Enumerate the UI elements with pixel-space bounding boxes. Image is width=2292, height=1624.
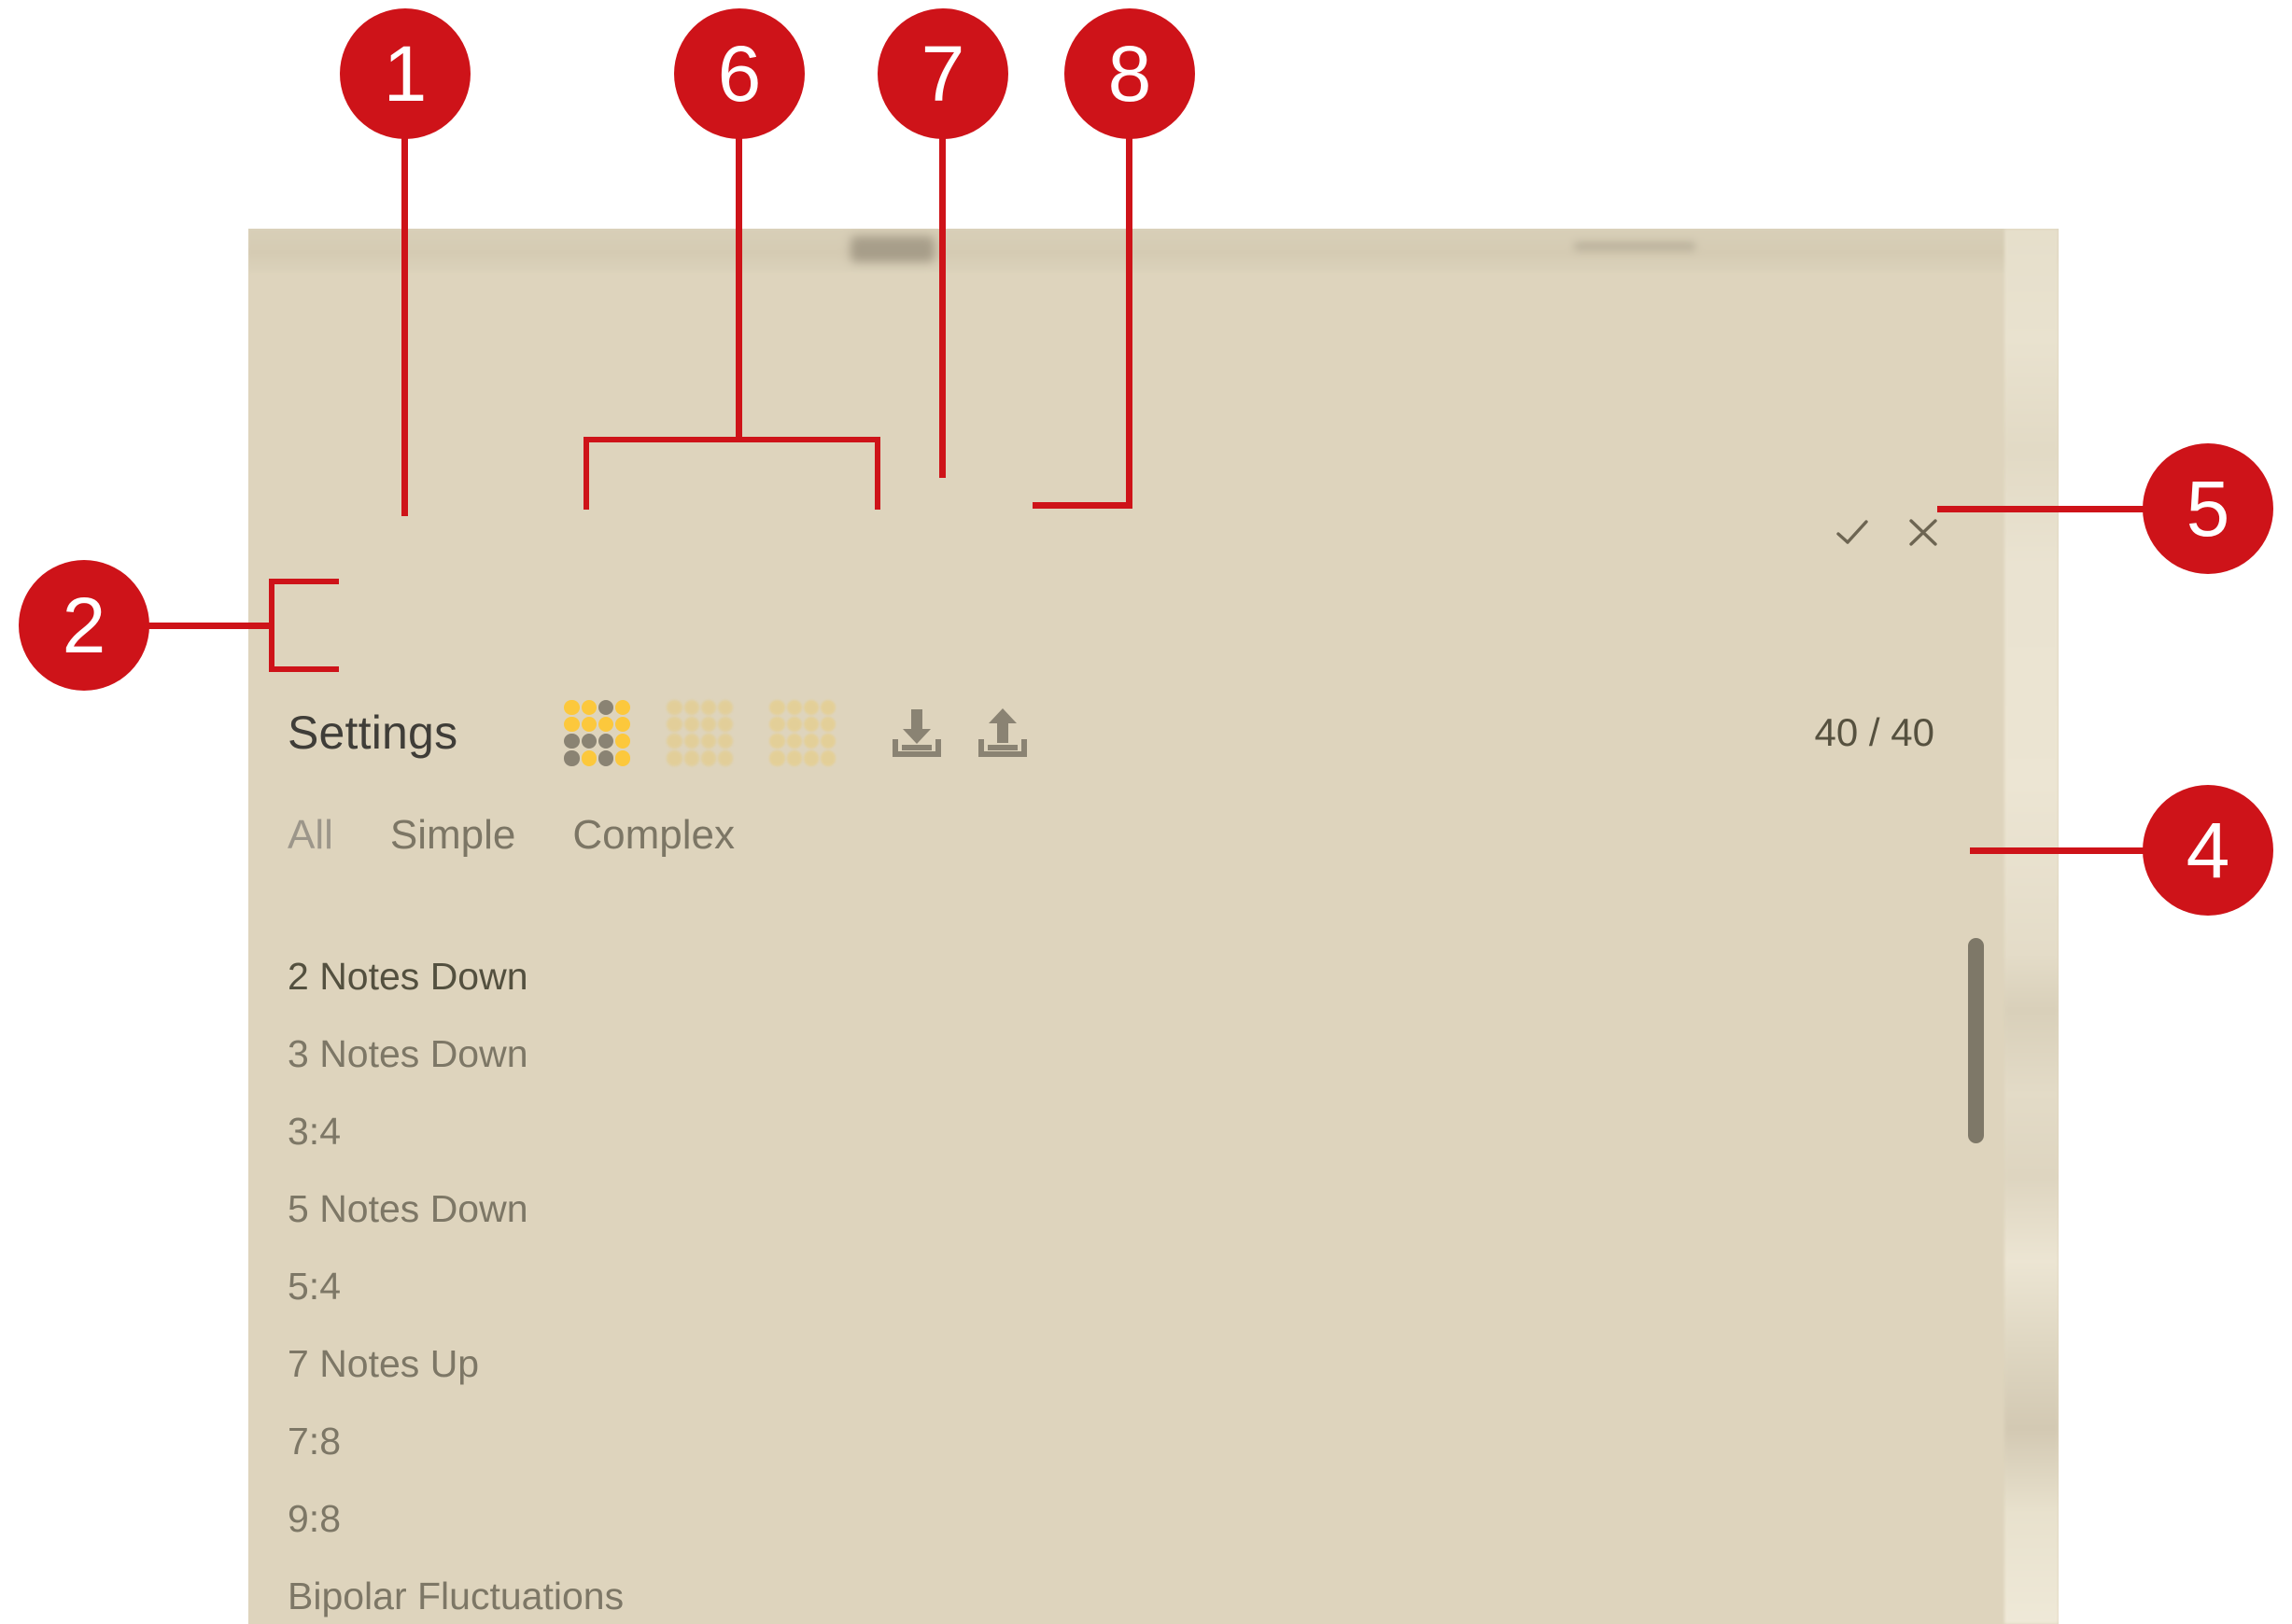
titlebar-blur-artifact-2 [1574,242,1695,251]
check-icon[interactable] [1831,511,1874,553]
close-icon[interactable] [1902,511,1945,553]
pattern-grid-toolbar [564,699,837,766]
list-item[interactable]: Bipolar Fluctuations [288,1558,1875,1624]
list-item[interactable]: 3 Notes Down [288,1015,1875,1093]
list-item[interactable]: 2 Notes Down [288,938,1875,1015]
list-item[interactable]: 5:4 [288,1248,1875,1325]
window-action-bar [1831,511,1945,553]
page-title: Settings [288,707,458,759]
callout-badge-7: 7 [878,8,1008,139]
callout-badge-2: 2 [19,560,149,691]
callout-badge-8: 8 [1064,8,1195,139]
tab-all[interactable]: All [288,812,333,859]
import-export-toolbar [888,704,1032,762]
export-icon[interactable] [974,704,1032,762]
callout-badge-1: 1 [340,8,471,139]
import-icon[interactable] [888,704,946,762]
callout-badge-4: 4 [2143,785,2273,916]
filter-tab-bar: All Simple Complex [288,812,735,859]
scrollbar-thumb[interactable] [1968,938,1984,1143]
pattern-grid-dim-icon[interactable] [667,699,734,766]
titlebar-blur-artifact [851,236,935,262]
vertical-scrollbar[interactable] [1965,509,1986,1610]
callout-badge-5: 5 [2143,443,2273,574]
pattern-grid-dim2-icon[interactable] [769,699,837,766]
pattern-grid-active-icon[interactable] [564,699,631,766]
window-titlebar [248,229,2059,273]
callout-badge-6: 6 [674,8,805,139]
tab-simple[interactable]: Simple [390,812,516,859]
background-app-strip [2004,229,2059,1624]
list-item[interactable]: 7 Notes Up [288,1325,1875,1403]
tab-complex[interactable]: Complex [572,812,735,859]
settings-dialog: Settings 40 / 40 All Simple Complex 2 No… [248,229,2059,1624]
list-item[interactable]: 5 Notes Down [288,1170,1875,1248]
list-item[interactable]: 7:8 [288,1403,1875,1480]
list-item[interactable]: 9:8 [288,1480,1875,1558]
settings-list: 2 Notes Down 3 Notes Down 3:4 5 Notes Do… [288,938,1875,1624]
list-item[interactable]: 3:4 [288,1093,1875,1170]
dialog-header: Settings 40 / 40 [288,686,2005,779]
screenshot-root: Settings 40 / 40 All Simple Complex 2 No… [0,0,2292,1624]
